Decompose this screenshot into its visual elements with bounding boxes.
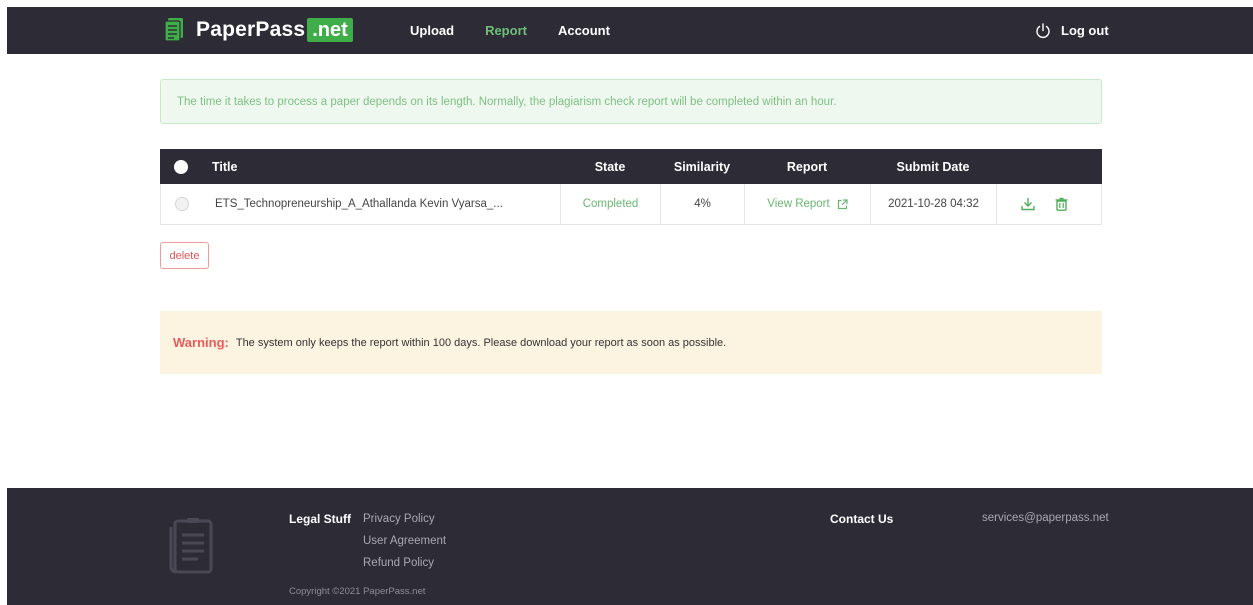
view-report-label: View Report xyxy=(767,198,830,210)
external-link-icon xyxy=(837,198,848,209)
info-text: The time it takes to process a paper dep… xyxy=(177,95,837,108)
table-row: ETS_Technopreneurship_A_Athallanda Kevin… xyxy=(160,184,1102,225)
col-title: Title xyxy=(212,159,238,174)
row-select-checkbox[interactable] xyxy=(175,197,189,211)
delete-row-button[interactable] xyxy=(1055,197,1068,211)
logout-button[interactable]: Log out xyxy=(1035,7,1109,54)
view-report-link[interactable]: View Report xyxy=(767,198,848,210)
row-submit-date: 2021-10-28 04:32 xyxy=(871,184,997,224)
table-header: Title State Similarity Report Submit Dat… xyxy=(160,149,1102,184)
top-navbar: PaperPass .net Upload Report Account Log… xyxy=(7,7,1253,54)
download-icon xyxy=(1021,198,1035,211)
row-report-cell: View Report xyxy=(745,184,871,224)
document-icon xyxy=(164,18,183,42)
select-all-checkbox[interactable] xyxy=(174,159,188,174)
contact-email-link[interactable]: services@paperpass.net xyxy=(982,512,1109,524)
col-similarity: Similarity xyxy=(673,159,731,174)
delete-button[interactable]: delete xyxy=(160,242,209,269)
nav-upload[interactable]: Upload xyxy=(410,23,454,38)
logout-label: Log out xyxy=(1061,23,1109,38)
col-submit-date: Submit Date xyxy=(896,159,970,174)
refund-policy-link[interactable]: Refund Policy xyxy=(363,556,446,570)
legal-title: Legal Stuff xyxy=(289,512,351,526)
trash-icon xyxy=(1055,197,1068,211)
contact-title: Contact Us xyxy=(830,512,894,526)
col-actions xyxy=(996,149,1102,184)
warning-label: Warning: xyxy=(173,335,229,350)
footer: Legal Stuff Privacy Policy User Agreemen… xyxy=(7,488,1253,605)
nav-report[interactable]: Report xyxy=(485,23,527,38)
col-report: Report xyxy=(786,159,828,174)
row-similarity: 4% xyxy=(661,184,745,224)
brand-tld: .net xyxy=(307,18,353,42)
document-stack-icon xyxy=(169,518,213,574)
power-icon xyxy=(1036,22,1050,38)
copyright: Copyright ©2021 PaperPass.net xyxy=(289,586,426,597)
row-state-cell: Completed xyxy=(561,184,661,224)
download-button[interactable] xyxy=(1021,197,1035,211)
select-all-cell xyxy=(160,149,202,184)
report-table: Title State Similarity Report Submit Dat… xyxy=(160,149,1102,225)
retention-warning: Warning: The system only keeps the repor… xyxy=(160,311,1102,374)
legal-links: Privacy Policy User Agreement Refund Pol… xyxy=(363,512,446,570)
privacy-policy-link[interactable]: Privacy Policy xyxy=(363,512,446,526)
col-state: State xyxy=(594,159,626,174)
brand-name: PaperPass xyxy=(196,18,306,41)
user-agreement-link[interactable]: User Agreement xyxy=(363,534,446,548)
warning-text: The system only keeps the report within … xyxy=(235,336,727,349)
row-actions xyxy=(997,184,1101,224)
row-title: ETS_Technopreneurship_A_Athallanda Kevin… xyxy=(203,184,561,224)
nav-account[interactable]: Account xyxy=(558,23,610,38)
row-state: Completed xyxy=(582,198,639,210)
processing-info-banner: The time it takes to process a paper dep… xyxy=(160,79,1102,124)
main-nav: Upload Report Account xyxy=(410,7,641,54)
brand-logo[interactable]: PaperPass .net xyxy=(164,15,353,45)
row-select-cell xyxy=(161,184,203,224)
